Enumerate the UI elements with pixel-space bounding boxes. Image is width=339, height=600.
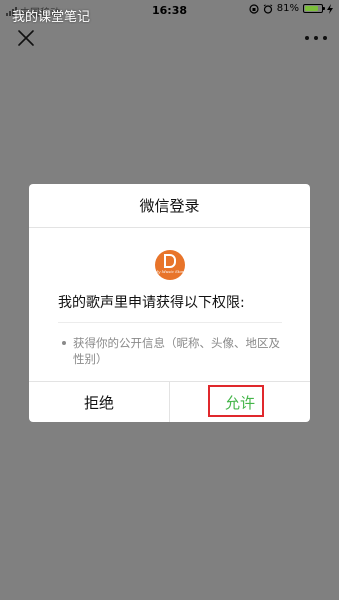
close-icon[interactable] (16, 28, 36, 48)
allow-button[interactable]: 允许 (170, 382, 310, 422)
permission-item-text: 获得你的公开信息（昵称、头像、地区及性别） (73, 336, 280, 366)
status-right: 81% (249, 3, 333, 14)
app-logo-text: My Music Story (153, 269, 187, 274)
wechat-login-dialog: 微信登录 My Music Story 我的歌声里申请获得以下权限: 获得你的公… (29, 184, 310, 422)
screen: 中国移动 16:38 81% 我的课堂笔记 微信登录 My Music Stor… (0, 0, 339, 600)
orientation-lock-icon (249, 3, 259, 14)
permission-request-text: 我的歌声里申请获得以下权限: (58, 295, 245, 311)
divider (58, 322, 282, 323)
battery-icon (303, 4, 325, 13)
dialog-title: 微信登录 (29, 184, 310, 228)
bullet-icon (62, 341, 66, 345)
charging-icon (327, 3, 333, 14)
highlight-box (208, 385, 264, 417)
more-icon[interactable] (305, 34, 327, 42)
app-logo: My Music Story (153, 250, 187, 280)
dialog-footer: 拒绝 允许 (29, 381, 310, 422)
page-title: 我的课堂笔记 (12, 10, 91, 25)
music-note-icon (164, 254, 176, 268)
alarm-icon (263, 3, 273, 14)
reject-button[interactable]: 拒绝 (29, 382, 170, 422)
permission-item: 获得你的公开信息（昵称、头像、地区及性别） (62, 335, 286, 367)
battery-percent: 81% (276, 3, 299, 14)
battery-fill (305, 6, 318, 11)
